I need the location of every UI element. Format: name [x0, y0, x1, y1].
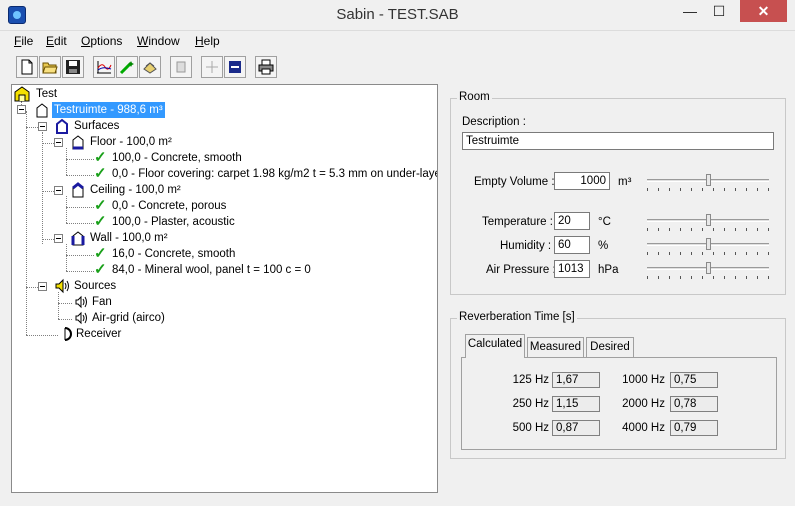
check-icon: ✓: [94, 165, 107, 182]
check-icon: ✓: [94, 149, 107, 166]
source-icon: [75, 295, 87, 309]
humidity-label: Humidity :: [500, 240, 552, 252]
new-file-icon[interactable]: [16, 56, 38, 78]
move-icon[interactable]: [201, 56, 223, 78]
project-icon: [14, 86, 30, 102]
check-icon: ✓: [94, 197, 107, 214]
maximize-button[interactable]: ☐: [705, 0, 733, 22]
tree-collapse-toggle[interactable]: [38, 282, 47, 291]
humidity-input[interactable]: 60: [554, 236, 590, 254]
menu-bar: File Edit Options Window Help: [0, 31, 795, 51]
receiver-icon: [64, 327, 72, 341]
freq-label: 250 Hz: [512, 398, 549, 410]
reverb-value: 1,15: [552, 396, 600, 412]
volume-unit: m³: [618, 176, 632, 188]
tab-desired[interactable]: Desired: [586, 337, 634, 357]
save-icon[interactable]: [62, 56, 84, 78]
tree-collapse-toggle[interactable]: [17, 105, 26, 114]
open-folder-icon[interactable]: [39, 56, 61, 78]
source-icon: [75, 311, 87, 325]
freq-label: 2000 Hz: [622, 398, 665, 410]
menu-window[interactable]: Window: [137, 34, 180, 48]
volume-input[interactable]: 1000: [554, 172, 610, 190]
pressure-unit: hPa: [598, 264, 619, 276]
menu-options[interactable]: Options: [81, 34, 122, 48]
ceiling-surface-icon: [72, 182, 84, 198]
speaker-icon: [55, 278, 69, 294]
menu-help[interactable]: Help: [195, 34, 220, 48]
volume-slider[interactable]: [647, 174, 769, 191]
tab-calculated[interactable]: Calculated: [465, 334, 525, 358]
pressure-input[interactable]: 1013: [554, 260, 590, 278]
volume-label: Empty Volume :: [474, 176, 555, 188]
wand-icon[interactable]: [116, 56, 138, 78]
tree-collapse-toggle[interactable]: [54, 186, 63, 195]
humidity-unit: %: [598, 240, 609, 252]
reverb-value: 0,75: [670, 372, 718, 388]
check-icon: ✓: [94, 245, 107, 262]
freq-label: 4000 Hz: [622, 422, 665, 434]
check-icon: ✓: [94, 261, 107, 278]
temperature-slider[interactable]: [647, 214, 769, 231]
temperature-unit: °C: [598, 216, 611, 228]
temperature-label: Temperature :: [482, 216, 553, 228]
project-tree[interactable]: Test Testruimte - 988,6 m³ Surfaces Floo…: [11, 84, 438, 493]
layers-icon[interactable]: [139, 56, 161, 78]
floor-surface-icon: [72, 135, 84, 150]
reverb-value: 0,87: [552, 420, 600, 436]
reverb-value: 0,79: [670, 420, 718, 436]
surfaces-icon: [56, 118, 68, 134]
reverb-value: 1,67: [552, 372, 600, 388]
room-icon: [36, 103, 48, 118]
description-label: Description :: [462, 116, 526, 128]
freq-label: 125 Hz: [512, 374, 549, 386]
description-input[interactable]: Testruimte: [462, 132, 774, 150]
print-icon[interactable]: [255, 56, 277, 78]
menu-file[interactable]: File: [14, 34, 33, 48]
minimize-button[interactable]: —: [676, 0, 704, 22]
tree-collapse-toggle[interactable]: [54, 138, 63, 147]
temperature-input[interactable]: 20: [554, 212, 590, 230]
copy-icon[interactable]: [170, 56, 192, 78]
reverb-value: 0,78: [670, 396, 718, 412]
tree-collapse-toggle[interactable]: [38, 122, 47, 131]
tree-collapse-toggle[interactable]: [54, 234, 63, 243]
tab-measured[interactable]: Measured: [527, 337, 584, 357]
pressure-slider[interactable]: [647, 262, 769, 279]
humidity-slider[interactable]: [647, 238, 769, 255]
pressure-label: Air Pressure :: [486, 264, 556, 276]
toolbar: [0, 53, 795, 81]
freq-label: 500 Hz: [512, 422, 549, 434]
minus-icon[interactable]: [224, 56, 246, 78]
freq-label: 1000 Hz: [622, 374, 665, 386]
menu-edit[interactable]: Edit: [46, 34, 67, 48]
title-bar: Sabin - TEST.SAB — ☐ ✕: [0, 0, 795, 31]
check-icon: ✓: [94, 213, 107, 230]
wall-surface-icon: [71, 231, 85, 246]
graph-icon[interactable]: [93, 56, 115, 78]
close-button[interactable]: ✕: [740, 0, 787, 22]
